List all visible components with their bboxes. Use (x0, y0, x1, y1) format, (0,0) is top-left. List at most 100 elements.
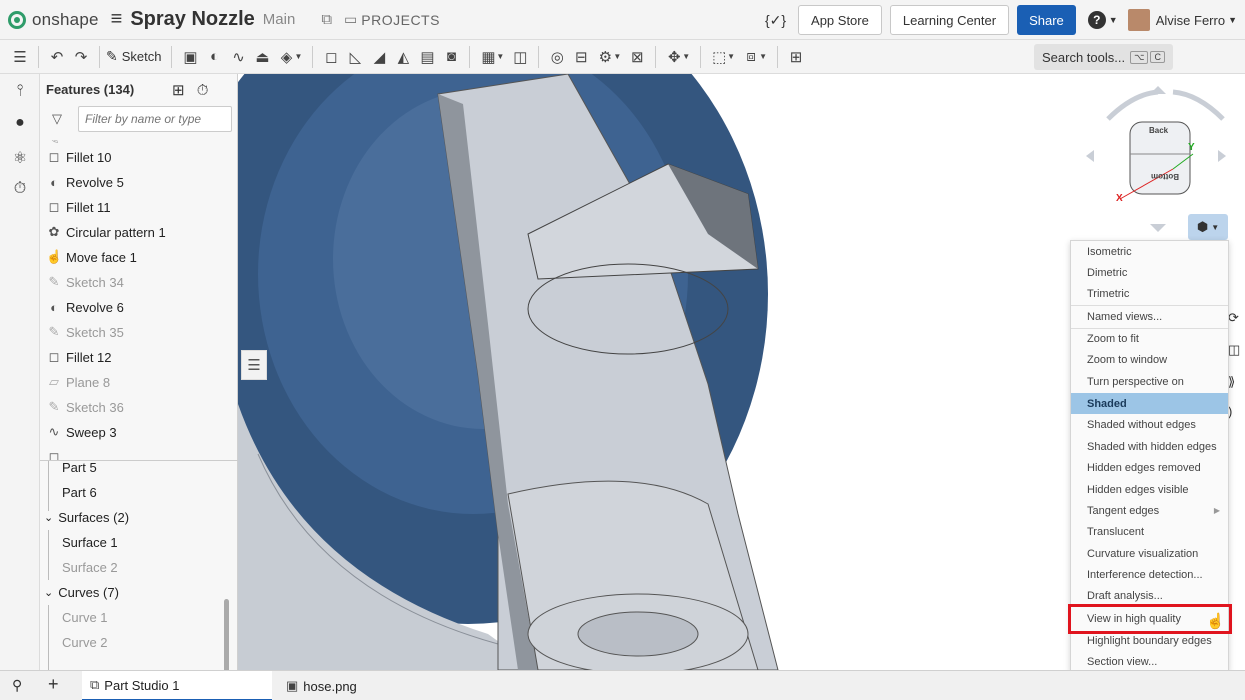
list-item[interactable]: ✎ Sketch 34 (46, 270, 124, 294)
menu-item-shaded-without-edges[interactable]: Shaded without edges (1071, 414, 1228, 435)
search-tools-button[interactable]: Search tools... ⌥ C (1034, 44, 1173, 70)
rotate-down-arrow[interactable] (1150, 224, 1166, 232)
chevron-down-icon[interactable]: ▼ (682, 52, 690, 61)
copy-document-icon[interactable]: ⧉ (321, 11, 332, 28)
chamfer-icon[interactable]: ◺ (343, 48, 367, 66)
fillet-icon[interactable]: ◻ (319, 48, 343, 66)
list-item[interactable]: Part 5 (62, 461, 97, 479)
split-icon[interactable]: ⊟ (569, 48, 593, 66)
history-icon[interactable]: ⏱ (10, 180, 30, 198)
projects-link[interactable]: PROJECTS (361, 12, 440, 28)
list-item[interactable]: Part 6 (62, 480, 97, 504)
sketch-button[interactable]: ✎ Sketch (106, 48, 161, 65)
rollback-timer-icon[interactable]: ⏱ (197, 82, 209, 99)
list-item[interactable]: ▱ Plane 8 (46, 370, 110, 394)
menu-item-zoom-to-fit[interactable]: Zoom to fit (1071, 328, 1228, 349)
feature-list-icon[interactable]: ☰ (8, 48, 32, 66)
list-item[interactable]: ◻ Fillet 11 (46, 195, 111, 219)
delete-part-icon[interactable]: ⊠ (625, 48, 649, 66)
chevron-down-icon[interactable]: ▼ (759, 52, 767, 61)
list-item[interactable]: ✿ Circular pattern 1 (46, 220, 166, 244)
rotate-right-small-arrow[interactable] (1218, 150, 1226, 162)
redo-icon[interactable]: ↷ (69, 48, 93, 66)
user-name[interactable]: Alvise Ferro (1156, 13, 1225, 28)
menu-item-interference[interactable]: Interference detection... (1071, 564, 1228, 585)
list-item[interactable]: ◻ Fillet 10 (46, 145, 112, 169)
chevron-down-icon[interactable]: ▼ (613, 52, 621, 61)
add-custom-feature-icon[interactable]: ⊞ (784, 48, 808, 66)
list-item[interactable]: ☝ Move face 1 (46, 245, 137, 269)
avatar[interactable] (1127, 9, 1150, 31)
view-options-button[interactable]: ⬢ ▼ (1188, 214, 1228, 240)
share-button[interactable]: Share (1017, 5, 1076, 35)
learning-center-button[interactable]: Learning Center (889, 5, 1010, 35)
menu-item-trimetric[interactable]: Trimetric (1071, 283, 1228, 304)
list-item[interactable]: ✎ Sketch 35 (46, 320, 124, 344)
chevron-down-icon[interactable]: ▼ (294, 52, 302, 61)
add-variable-icon[interactable]: ⫯ (10, 82, 30, 100)
sweep-icon[interactable]: ∿ (226, 48, 250, 66)
add-tab-icon[interactable]: + (48, 674, 59, 695)
revolve-icon[interactable]: ◐ (202, 48, 226, 65)
list-item[interactable]: ◐ Revolve 5 (46, 170, 124, 194)
menu-item-draft-analysis[interactable]: Draft analysis... (1071, 585, 1228, 606)
chevron-down-icon[interactable]: ▼ (496, 52, 504, 61)
surfaces-group[interactable]: ⌄ Surfaces (2) (44, 505, 129, 529)
menu-item-translucent[interactable]: Translucent (1071, 521, 1228, 542)
loft-icon[interactable]: ⏏ (250, 48, 274, 66)
tab-manager-icon[interactable]: ⚲ (12, 677, 22, 694)
menu-item-curvature[interactable]: Curvature visualization (1071, 543, 1228, 564)
list-item[interactable]: ✎ Sketch 36 (46, 395, 124, 419)
rotate-left-small-arrow[interactable] (1086, 150, 1094, 162)
cube-face-back[interactable]: Back (1149, 126, 1168, 135)
menu-item-isometric[interactable]: Isometric (1071, 241, 1228, 262)
extrude-icon[interactable]: ▣ (178, 48, 202, 66)
app-store-button[interactable]: App Store (798, 5, 882, 35)
user-caret-icon[interactable]: ▼ (1228, 15, 1237, 25)
menu-icon[interactable]: ≡ (111, 8, 123, 31)
shell-icon[interactable]: ▤ (415, 48, 439, 66)
rib-icon[interactable]: ◭ (391, 48, 415, 66)
menu-item-zoom-to-window[interactable]: Zoom to window (1071, 349, 1228, 370)
comments-icon[interactable]: ● (10, 114, 30, 132)
list-item[interactable]: ◐ Revolve 6 (46, 295, 124, 319)
menu-item-named-views[interactable]: Named views... (1071, 306, 1228, 327)
menu-item-hidden-edges-removed[interactable]: Hidden edges removed (1071, 457, 1228, 478)
appearance-icon[interactable]: ⟳ (1228, 310, 1239, 326)
document-title[interactable]: Spray Nozzle (130, 8, 254, 31)
parts-icon[interactable]: ⚛ (10, 148, 30, 168)
cube-face-bottom[interactable]: Bottom (1151, 172, 1179, 181)
draft-icon[interactable]: ◢ (367, 48, 391, 66)
menu-item-section-view[interactable]: Section view... (1071, 651, 1228, 672)
parts-list-scrollbar[interactable] (224, 599, 229, 670)
list-item[interactable]: Surface 2 (62, 555, 118, 579)
tab-hose-png[interactable]: ▣ hose.png (278, 671, 468, 700)
tab-part-studio-1[interactable]: ⧉ Part Studio 1 (82, 671, 272, 700)
rotate-right-arrow[interactable] (1172, 89, 1225, 121)
list-item[interactable]: Surface 1 (62, 530, 118, 554)
boolean-icon[interactable]: ◎ (545, 48, 569, 66)
curves-group[interactable]: ⌄ Curves (7) (44, 580, 119, 604)
chevron-down-icon[interactable]: ▼ (727, 52, 735, 61)
filter-input[interactable] (78, 106, 232, 132)
menu-item-hidden-edges-visible[interactable]: Hidden edges visible (1071, 479, 1228, 500)
menu-item-dimetric[interactable]: Dimetric (1071, 262, 1228, 283)
filter-icon[interactable]: ▽ (52, 111, 62, 127)
onshape-logo[interactable]: onshape (8, 10, 99, 30)
help-caret-icon[interactable]: ▼ (1109, 15, 1118, 25)
versions-icon[interactable]: {✓} (765, 12, 786, 29)
rotate-up-arrow[interactable] (1150, 86, 1166, 94)
list-item[interactable]: Curve 2 (62, 630, 108, 654)
hole-icon[interactable]: ◙ (439, 48, 463, 65)
add-folder-icon[interactable]: ⊞ (172, 82, 185, 99)
help-icon[interactable]: ? (1087, 11, 1106, 29)
undo-icon[interactable]: ↶ (45, 48, 69, 66)
branch-label[interactable]: Main (263, 11, 296, 28)
feature-list-toggle-icon[interactable]: ☰ (241, 350, 267, 380)
display-states-icon[interactable]: ◫ (1228, 342, 1240, 358)
mirror-icon[interactable]: ◫ (508, 48, 532, 66)
measure-icon[interactable]: ⟫ (1228, 374, 1235, 390)
rotate-left-arrow[interactable] (1106, 89, 1159, 121)
list-item[interactable]: ∿ Sweep 3 (46, 420, 117, 444)
menu-item-shaded[interactable]: Shaded (1071, 393, 1228, 414)
